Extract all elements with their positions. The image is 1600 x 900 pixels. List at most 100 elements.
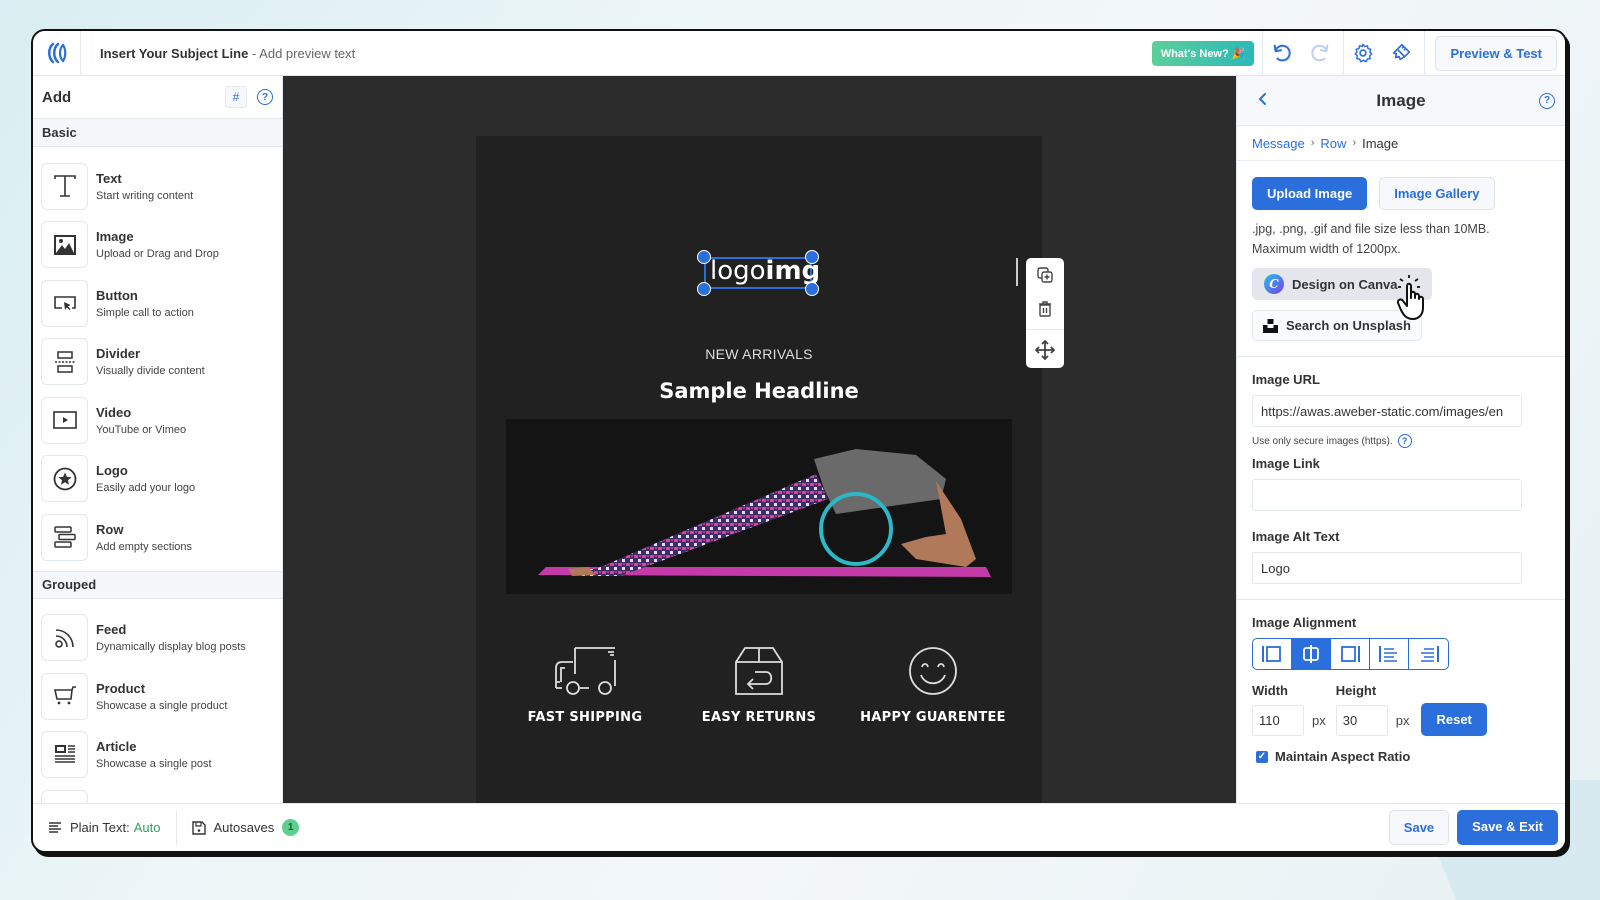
truck-icon (555, 647, 616, 695)
block-desc: Simple call to action (96, 306, 194, 319)
autosaves-button[interactable]: Autosaves 1 (177, 804, 315, 851)
divider (1424, 31, 1426, 76)
logo-star-icon (41, 455, 88, 503)
hero-image[interactable] (506, 419, 1012, 594)
block-button[interactable]: Button Simple call to action (41, 274, 282, 333)
block-name: Feed (96, 622, 127, 638)
rss-feed-icon (41, 614, 88, 662)
duplicate-icon[interactable] (1026, 258, 1064, 292)
move-icon[interactable] (1026, 333, 1064, 367)
block-toolbar (1026, 258, 1064, 368)
feature-fast-shipping[interactable]: FAST SHIPPING (505, 646, 665, 725)
redo-icon[interactable] (1301, 31, 1339, 76)
divider (1237, 356, 1565, 357)
resize-handle-bottom-right[interactable] (805, 282, 819, 296)
maintain-aspect-ratio-label: Maintain Aspect Ratio (1275, 749, 1411, 764)
feature-happy-guarantee[interactable]: HAPPY GUARENTEE (853, 646, 1013, 725)
whats-new-button[interactable]: What's New? 🎉 (1151, 40, 1255, 66)
block-coupon[interactable]: Coupon (41, 784, 282, 803)
block-desc: Dynamically display blog posts (96, 641, 246, 654)
block-name: Button (96, 287, 138, 303)
block-desc: Visually divide content (96, 365, 205, 378)
top-bar: Insert Your Subject Line - Add preview t… (33, 31, 1565, 76)
logo-image: logoimg (710, 256, 820, 286)
align-left-icon[interactable] (1253, 639, 1292, 669)
alt-text-input[interactable]: Logo (1252, 552, 1522, 584)
block-desc: Start writing content (96, 189, 194, 202)
wrap-right-icon[interactable] (1409, 639, 1448, 669)
eyebrow-text[interactable]: NEW ARRIVALS (476, 346, 1042, 362)
resize-handle-top-right[interactable] (805, 250, 819, 264)
wrap-left-icon[interactable] (1370, 639, 1409, 669)
article-icon (41, 731, 88, 779)
image-icon (41, 221, 88, 269)
block-video[interactable]: Video YouTube or Vimeo (41, 391, 282, 450)
subject-line[interactable]: Insert Your Subject Line - Add preview t… (100, 46, 355, 61)
block-text[interactable]: Text Start writing content (41, 157, 282, 216)
logo-text-light: logo (710, 256, 766, 286)
section-grouped: Grouped (33, 570, 282, 599)
block-logo[interactable]: Logo Easily add your logo (41, 450, 282, 509)
block-name: Image (96, 229, 134, 245)
preview-test-button[interactable]: Preview & Test (1435, 35, 1557, 71)
back-chevron-icon[interactable] (1257, 90, 1269, 111)
merge-tags-button[interactable]: # (225, 86, 247, 108)
headline[interactable]: Sample Headline (476, 379, 1042, 403)
height-label: Height (1335, 683, 1377, 698)
maintain-aspect-ratio[interactable]: ✓ Maintain Aspect Ratio (1252, 749, 1550, 764)
aweber-logo-icon[interactable] (33, 31, 81, 76)
checkbox-checked-icon[interactable]: ✓ (1256, 750, 1268, 763)
selected-logo-image[interactable]: logoimg (697, 250, 820, 296)
block-desc: Showcase a single post (96, 758, 212, 771)
cart-icon (41, 672, 88, 720)
breadcrumb-image: Image (1362, 135, 1399, 151)
image-link-input[interactable] (1252, 479, 1522, 511)
resize-handle-bottom-left[interactable] (697, 282, 711, 296)
block-name: Article (96, 739, 137, 755)
preview-text[interactable]: Add preview text (259, 46, 355, 61)
block-divider[interactable]: Divider Visually divide content (41, 333, 282, 392)
canva-label: Design on Canva (1292, 276, 1398, 292)
block-product[interactable]: Product Showcase a single product (41, 667, 282, 726)
block-name: Divider (96, 346, 141, 362)
upload-image-button[interactable]: Upload Image (1252, 177, 1368, 210)
unsplash-icon (1263, 318, 1278, 333)
help-icon[interactable]: ? (257, 89, 273, 105)
lines-icon (49, 821, 61, 833)
block-row[interactable]: Row Add empty sections (41, 508, 282, 567)
width-input[interactable]: 110 (1252, 705, 1304, 736)
block-feed[interactable]: Feed Dynamically display blog posts (41, 609, 282, 668)
undo-icon[interactable] (1263, 31, 1301, 76)
block-name: Logo (96, 463, 128, 479)
breadcrumb-message[interactable]: Message (1252, 136, 1305, 151)
height-input[interactable]: 30 (1335, 705, 1388, 736)
autosaves-count-badge: 1 (282, 819, 300, 836)
feature-easy-returns[interactable]: EASY RETURNS (679, 646, 839, 725)
plain-text-toggle[interactable]: Plain Text: Auto (33, 804, 176, 851)
block-image[interactable]: Image Upload or Drag and Drop (41, 216, 282, 275)
file-requirements-line1: .jpg, .png, .gif and file size less than… (1252, 222, 1490, 236)
help-icon[interactable]: ? (1539, 92, 1555, 109)
image-url-input[interactable]: https://awas.aweber-static.com/images/en (1252, 395, 1522, 427)
help-icon[interactable]: ? (1397, 434, 1412, 448)
feature-label: EASY RETURNS (701, 710, 817, 725)
block-name: Row (96, 521, 124, 537)
features-row: FAST SHIPPING EASY RETURNS HAPPY GUARENT… (476, 646, 1042, 725)
trash-icon[interactable] (1026, 292, 1064, 326)
save-button[interactable]: Save (1388, 810, 1450, 845)
resize-handle-top-left[interactable] (697, 250, 711, 264)
video-icon (41, 396, 88, 444)
image-gallery-button[interactable]: Image Gallery (1379, 177, 1495, 210)
breadcrumb-row[interactable]: Row (1320, 136, 1346, 151)
align-right-icon[interactable] (1331, 639, 1370, 669)
divider (1237, 599, 1565, 600)
subject-text[interactable]: Insert Your Subject Line (100, 46, 248, 61)
reset-button[interactable]: Reset (1421, 703, 1487, 736)
bottom-bar: Plain Text: Auto Autosaves 1 Save Save &… (33, 803, 1565, 851)
save-exit-button[interactable]: Save & Exit (1457, 810, 1558, 845)
block-article[interactable]: Article Showcase a single post (41, 726, 282, 785)
block-desc: Easily add your logo (96, 482, 196, 495)
paint-brush-icon[interactable] (1382, 31, 1420, 76)
gear-icon[interactable] (1344, 31, 1382, 76)
align-center-icon[interactable] (1292, 639, 1331, 669)
